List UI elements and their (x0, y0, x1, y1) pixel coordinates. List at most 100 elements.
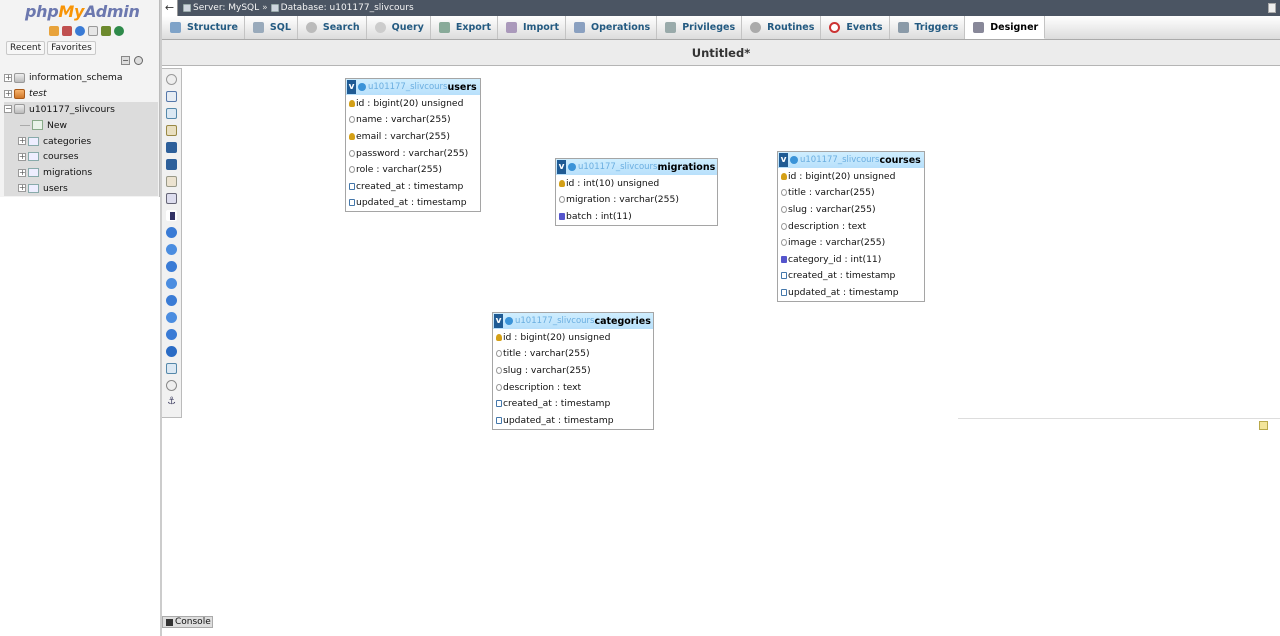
collapse-icon[interactable]: − (4, 105, 12, 114)
save-as-icon[interactable] (166, 159, 177, 170)
open-page-icon[interactable] (166, 176, 177, 187)
toggle-columns-button[interactable]: v (494, 314, 503, 328)
column-row[interactable]: title : varchar(255) (778, 185, 924, 202)
logout-icon[interactable] (62, 26, 72, 36)
favorites-tab[interactable]: Favorites (47, 41, 96, 55)
expand-icon[interactable]: + (18, 184, 26, 193)
column-row[interactable]: password : varchar(255) (346, 145, 480, 162)
tab-events[interactable]: Events (821, 16, 890, 39)
tree-table-users[interactable]: + users (4, 180, 158, 197)
column-row[interactable]: description : text (778, 218, 924, 235)
column-row[interactable]: email : varchar(255) (346, 128, 480, 145)
tab-sql[interactable]: SQL (245, 16, 298, 39)
column-row[interactable]: migration : varchar(255) (556, 192, 717, 209)
table-options-icon[interactable] (568, 163, 576, 171)
angular-links-icon[interactable] (166, 210, 177, 221)
table-header[interactable]: v u101177_slivcours categories (493, 313, 653, 329)
export-schema-icon[interactable] (166, 295, 177, 306)
designer-table-categories[interactable]: v u101177_slivcours categories id : bigin… (492, 312, 654, 430)
column-row[interactable]: batch : int(11) (556, 208, 717, 225)
tree-db-information-schema[interactable]: + information_schema (4, 70, 158, 86)
column-row[interactable]: id : bigint(20) unsigned (778, 168, 924, 185)
toggle-small-big-icon[interactable] (166, 261, 177, 272)
tree-db-test[interactable]: + test (4, 86, 158, 102)
phpmyadmin-logo[interactable]: phpMyAdmin (25, 2, 140, 21)
column-row[interactable]: id : int(10) unsigned (556, 175, 717, 192)
show-hide-menu-icon[interactable] (166, 74, 177, 85)
collapse-all-icon[interactable]: − (121, 56, 130, 65)
back-arrow-icon[interactable]: ← (162, 0, 178, 16)
snap-to-grid-icon[interactable] (166, 227, 177, 238)
table-header[interactable]: v u101177_slivcours migrations (556, 159, 717, 175)
column-row[interactable]: title : varchar(255) (493, 346, 653, 363)
tab-operations[interactable]: Operations (566, 16, 658, 39)
tab-designer[interactable]: Designer (965, 16, 1046, 39)
breadcrumb-server[interactable]: Server: MySQL (183, 3, 259, 13)
help-icon[interactable] (166, 380, 177, 391)
small-big-icon[interactable] (166, 244, 177, 255)
help-icon[interactable] (75, 26, 85, 36)
column-row[interactable]: id : bigint(20) unsigned (493, 329, 653, 346)
column-row[interactable]: created_at : timestamp (493, 395, 653, 412)
docs-icon[interactable] (88, 26, 98, 36)
column-row[interactable]: updated_at : timestamp (493, 412, 653, 429)
tree-table-categories[interactable]: + categories (4, 133, 158, 149)
column-row[interactable]: created_at : timestamp (346, 178, 480, 195)
designer-table-users[interactable]: v u101177_slivcours users id : bigint(20)… (345, 78, 481, 213)
column-row[interactable]: name : varchar(255) (346, 112, 480, 129)
table-options-icon[interactable] (790, 156, 798, 164)
designer-table-migrations[interactable]: v u101177_slivcours migrations id : int(1… (555, 158, 718, 226)
fullscreen-icon[interactable] (166, 91, 177, 102)
tab-privileges[interactable]: Privileges (657, 16, 743, 39)
pin-text-icon[interactable] (166, 346, 177, 357)
column-row[interactable]: category_id : int(11) (778, 251, 924, 268)
toggle-columns-button[interactable]: v (557, 160, 566, 174)
table-options-icon[interactable] (358, 83, 366, 91)
settings-icon[interactable] (101, 26, 111, 36)
table-header[interactable]: v u101177_slivcours users (346, 79, 480, 95)
tree-table-migrations[interactable]: + migrations (4, 164, 158, 181)
tab-routines[interactable]: Routines (742, 16, 822, 39)
toggle-columns-button[interactable]: v (779, 153, 788, 167)
minimize-canvas-icon[interactable] (1259, 421, 1268, 430)
console-toggle[interactable]: Console (162, 616, 213, 628)
tab-structure[interactable]: Structure (162, 16, 245, 39)
relation-lines-icon[interactable] (166, 278, 177, 289)
table-header[interactable]: v u101177_slivcours courses (778, 152, 924, 168)
home-icon[interactable] (49, 26, 59, 36)
column-row[interactable]: slug : varchar(255) (493, 362, 653, 379)
tab-triggers[interactable]: Triggers (890, 16, 966, 39)
link-icon[interactable] (134, 56, 143, 65)
column-row[interactable]: description : text (493, 379, 653, 396)
tab-query[interactable]: Query (367, 16, 431, 39)
toggle-columns-button[interactable]: v (347, 80, 356, 94)
tab-search[interactable]: Search (298, 16, 367, 39)
column-row[interactable]: created_at : timestamp (778, 268, 924, 285)
tab-import[interactable]: Import (498, 16, 567, 39)
save-page-icon[interactable] (166, 142, 177, 153)
reload-icon[interactable] (114, 26, 124, 36)
export-icon[interactable] (166, 363, 177, 374)
tree-new-table[interactable]: New (4, 117, 158, 134)
column-row[interactable]: slug : varchar(255) (778, 201, 924, 218)
expand-icon[interactable]: + (18, 152, 26, 161)
new-page-icon[interactable] (166, 125, 177, 136)
tree-db-u101177-slivcours[interactable]: − u101177_slivcours (4, 101, 158, 118)
column-row[interactable]: role : varchar(255) (346, 161, 480, 178)
tab-export[interactable]: Export (431, 16, 499, 39)
column-row[interactable]: updated_at : timestamp (346, 195, 480, 212)
move-menu-icon[interactable] (166, 329, 177, 340)
build-query-icon[interactable] (166, 312, 177, 323)
breadcrumb-database[interactable]: Database: u101177_slivcours (270, 3, 414, 13)
expand-icon[interactable]: + (18, 168, 26, 177)
column-row[interactable]: id : bigint(20) unsigned (346, 95, 480, 112)
add-tables-icon[interactable] (166, 108, 177, 119)
table-options-icon[interactable] (505, 317, 513, 325)
expand-icon[interactable]: + (18, 137, 26, 146)
delete-page-icon[interactable] (166, 193, 177, 204)
designer-table-courses[interactable]: v u101177_slivcours courses id : bigint(2… (777, 151, 925, 302)
maximize-icon[interactable] (1268, 3, 1276, 13)
expand-icon[interactable]: + (4, 89, 12, 98)
column-row[interactable]: updated_at : timestamp (778, 284, 924, 301)
anchor-icon[interactable]: ⚓ (166, 397, 177, 408)
